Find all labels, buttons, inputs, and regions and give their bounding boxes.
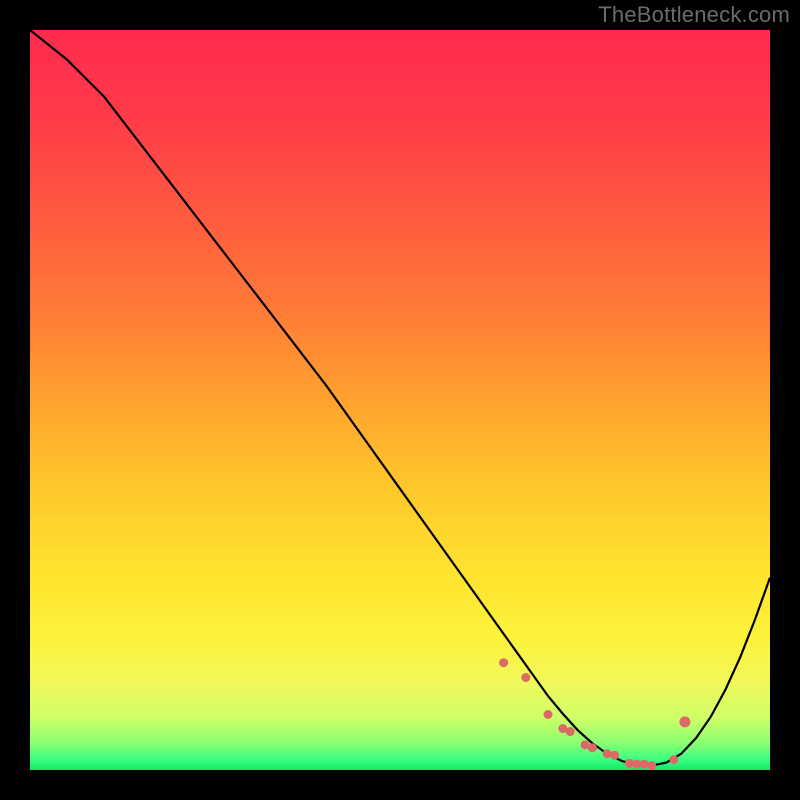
chart-svg	[30, 30, 770, 770]
marker-point	[640, 760, 649, 769]
chart-frame: TheBottleneck.com	[0, 0, 800, 800]
marker-point	[679, 716, 690, 727]
marker-point	[544, 710, 553, 719]
watermark-text: TheBottleneck.com	[598, 2, 790, 28]
gradient-background	[30, 30, 770, 770]
marker-point	[603, 749, 612, 758]
marker-point	[588, 743, 597, 752]
marker-point	[669, 755, 678, 764]
marker-point	[566, 727, 575, 736]
marker-point	[610, 751, 619, 760]
marker-point	[647, 761, 656, 770]
marker-point	[521, 673, 530, 682]
marker-point	[499, 658, 508, 667]
plot-area	[30, 30, 770, 770]
